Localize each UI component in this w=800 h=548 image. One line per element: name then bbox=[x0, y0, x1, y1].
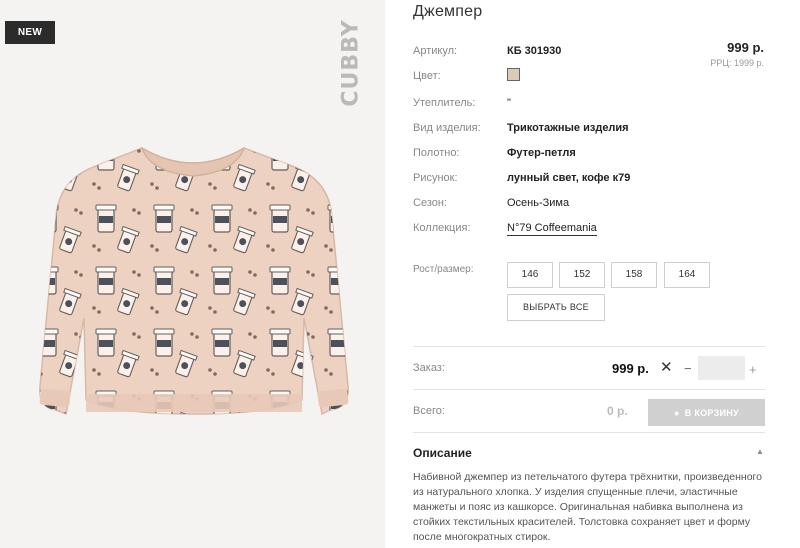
total-value: 0 р. bbox=[607, 404, 628, 418]
chevron-up-icon[interactable]: ▲ bbox=[756, 447, 764, 456]
select-all-button[interactable]: ВЫБРАТЬ ВСЕ bbox=[507, 294, 605, 321]
add-to-cart-button[interactable]: ● В КОРЗИНУ bbox=[648, 399, 765, 426]
color-swatch[interactable] bbox=[507, 68, 520, 81]
size-label: Рост/размер: bbox=[413, 264, 474, 275]
times-icon: ✕ bbox=[660, 359, 673, 376]
divider bbox=[413, 389, 765, 390]
size-option-158[interactable]: 158 bbox=[611, 262, 657, 288]
size-option-146[interactable]: 146 bbox=[507, 262, 553, 288]
order-price: 999 р. bbox=[612, 361, 649, 376]
size-option-164[interactable]: 164 bbox=[664, 262, 710, 288]
cart-icon: ● bbox=[673, 407, 680, 418]
new-badge: NEW bbox=[5, 21, 55, 44]
product-price: 999 р. bbox=[727, 40, 764, 55]
add-to-cart-label: В КОРЗИНУ bbox=[684, 407, 740, 418]
order-label: Заказ: bbox=[413, 362, 445, 374]
increase-quantity-button[interactable]: + bbox=[749, 362, 757, 377]
collection-link[interactable]: N°79 Coffeemania bbox=[507, 222, 597, 236]
product-photo[interactable]: NEW CUBBY bbox=[0, 0, 385, 548]
divider bbox=[413, 346, 765, 347]
decrease-quantity-button[interactable]: − bbox=[684, 361, 692, 376]
size-option-152[interactable]: 152 bbox=[559, 262, 605, 288]
divider bbox=[413, 432, 765, 433]
quantity-input[interactable] bbox=[698, 356, 745, 380]
description-title[interactable]: Описание bbox=[413, 446, 472, 460]
sweater-image bbox=[39, 146, 349, 416]
total-label: Всего: bbox=[413, 405, 445, 417]
brand-logo: CUBBY bbox=[338, 19, 364, 107]
rrp-price: РРЦ: 1999 р. bbox=[710, 58, 764, 68]
description-text: Набивной джемпер из петельчатого футера … bbox=[413, 471, 762, 543]
product-title: Джемпер bbox=[413, 3, 483, 20]
